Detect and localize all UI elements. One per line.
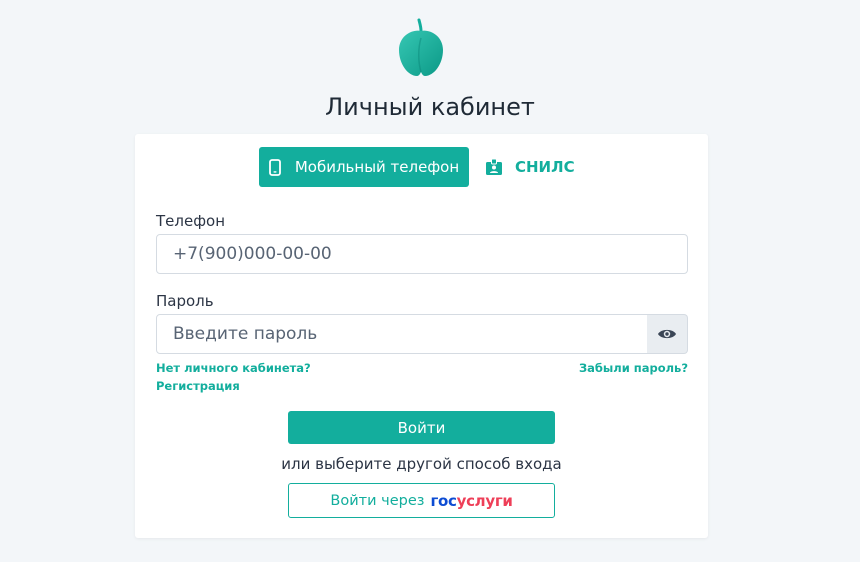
gosuslugi-logo-part2: услуги — [456, 491, 513, 510]
login-button[interactable]: Войти — [288, 411, 555, 444]
brand-logo — [392, 16, 450, 80]
tab-snils[interactable]: СНИЛС — [485, 147, 585, 187]
phone-icon — [268, 158, 281, 176]
eye-icon — [657, 327, 677, 341]
page-title: Личный кабинет — [325, 93, 535, 121]
gosuslugi-logo: госуслуги — [430, 492, 512, 510]
password-input[interactable] — [156, 314, 648, 354]
tab-mobile-phone-label: Мобильный телефон — [294, 158, 460, 176]
login-card: Мобильный телефон СНИЛС Телефон Пароль Н… — [135, 134, 708, 538]
id-badge-icon — [485, 158, 503, 176]
register-link[interactable]: Регистрация — [156, 379, 240, 393]
gosuslugi-prefix: Войти через — [330, 492, 425, 509]
tab-snils-label: СНИЛС — [515, 158, 575, 176]
forgot-password-link[interactable]: Забыли пароль? — [579, 361, 688, 375]
password-toggle-button[interactable] — [647, 314, 688, 354]
gosuslugi-login-button[interactable]: Войти через госуслуги — [288, 483, 555, 518]
no-account-link[interactable]: Нет личного кабинета? — [156, 361, 311, 375]
phone-input[interactable] — [156, 234, 688, 274]
alt-login-text: или выберите другой способ входа — [281, 455, 562, 473]
phone-label: Телефон — [156, 212, 226, 230]
password-label: Пароль — [156, 292, 214, 310]
tab-mobile-phone[interactable]: Мобильный телефон — [259, 147, 469, 187]
gosuslugi-logo-part1: гос — [430, 491, 457, 510]
